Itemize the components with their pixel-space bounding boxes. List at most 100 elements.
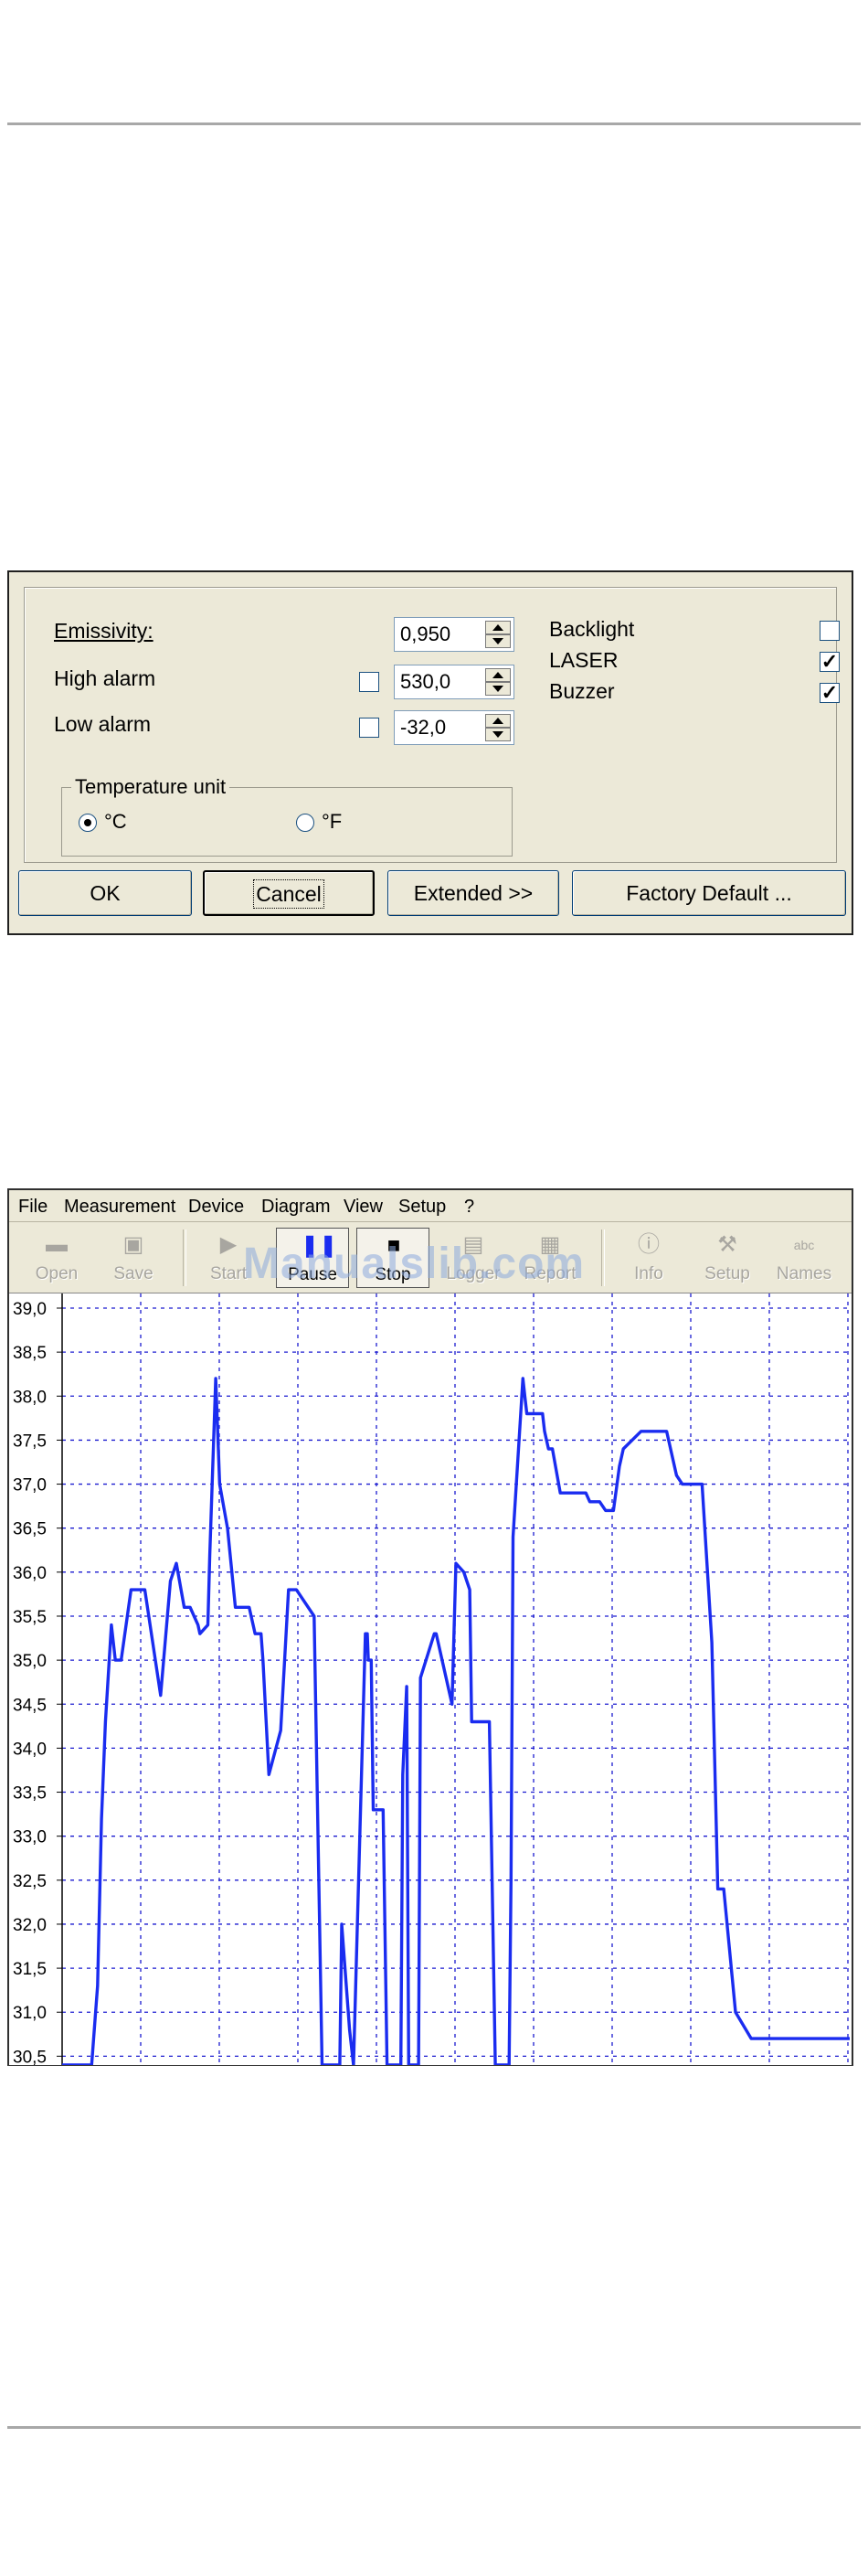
watermark-text: Manualslib.com [243, 1240, 586, 1288]
fahrenheit-radio[interactable] [296, 814, 314, 832]
series-line-0 [62, 1377, 850, 2065]
high-alarm-label: High alarm [54, 666, 156, 690]
y-tick-label: 32,0 [13, 1916, 47, 1935]
folder-icon: ▬ [46, 1232, 68, 1257]
backlight-label: Backlight [549, 617, 635, 641]
top-divider [7, 122, 861, 125]
low-alarm-value[interactable]: -32,0 [400, 716, 446, 740]
arrow-up-icon [492, 718, 503, 724]
emissivity-spinbox[interactable]: 0,950 [394, 617, 514, 652]
info-label: Info [634, 1264, 663, 1283]
y-tick-label: 32,5 [13, 1872, 47, 1891]
emissivity-down-button[interactable] [485, 634, 511, 648]
menu-diagram[interactable]: Diagram [261, 1196, 331, 1218]
y-tick-label: 38,5 [13, 1344, 47, 1363]
high-alarm-checkbox[interactable] [359, 672, 379, 692]
backlight-checkbox[interactable] [820, 621, 840, 641]
y-tick-label: 35,0 [13, 1652, 47, 1671]
y-tick-label: 33,0 [13, 1828, 47, 1847]
menu-file[interactable]: File [18, 1196, 48, 1218]
names-button[interactable]: abc Names [767, 1228, 841, 1288]
y-tick-label: 36,5 [13, 1520, 47, 1539]
temperature-unit-title: Temperature unit [71, 775, 230, 799]
cancel-button-label: Cancel [253, 879, 324, 909]
names-label: Names [776, 1264, 832, 1283]
toolbar-separator [601, 1229, 605, 1286]
y-tick-label: 34,0 [13, 1740, 47, 1759]
low-alarm-up-button[interactable] [485, 714, 511, 728]
play-icon: ▶ [219, 1232, 238, 1257]
high-alarm-up-button[interactable] [485, 668, 511, 682]
high-alarm-value[interactable]: 530,0 [400, 670, 450, 694]
arrow-up-icon [492, 624, 503, 631]
setup-button[interactable]: ⚒ Setup [691, 1228, 764, 1288]
emissivity-value[interactable]: 0,950 [400, 623, 450, 646]
setup-label: Setup [704, 1264, 750, 1283]
radio-selected-dot [84, 819, 91, 826]
menu-measurement[interactable]: Measurement [64, 1196, 175, 1218]
open-button[interactable]: ▬ Open [20, 1228, 93, 1288]
low-alarm-spinner [485, 714, 511, 741]
extended-button[interactable]: Extended >> [387, 870, 559, 916]
buzzer-checkbox[interactable]: ✓ [820, 683, 840, 703]
fahrenheit-label: °F [322, 810, 343, 833]
extended-button-label: Extended >> [413, 881, 534, 905]
arrow-down-icon [492, 638, 503, 644]
factory-default-button-label: Factory Default ... [626, 881, 792, 905]
ok-button-label: OK [90, 881, 121, 905]
temperature-chart: 39,0 38,5 38,0 37,5 37,0 36,5 36,0 35,5 35,0 34,5… [9, 1293, 852, 2065]
high-alarm-down-button[interactable] [485, 682, 511, 696]
cancel-button[interactable]: Cancel [203, 870, 375, 916]
laser-checkbox[interactable]: ✓ [820, 652, 840, 672]
y-tick-label: 31,0 [13, 2004, 47, 2023]
factory-default-button[interactable]: Factory Default ... [572, 870, 846, 916]
arrow-down-icon [492, 731, 503, 738]
emissivity-label: Emissivity: [54, 619, 153, 643]
celsius-radio[interactable] [79, 814, 97, 832]
y-tick-label: 36,0 [13, 1564, 47, 1583]
low-alarm-label: Low alarm [54, 712, 152, 736]
ok-button[interactable]: OK [18, 870, 192, 916]
toolbar: ▬ Open ▣ Save ▶ Start ❚❚ Pause ■ Stop ▤ Logger… [9, 1221, 852, 1293]
menu-setup[interactable]: Setup [398, 1196, 446, 1218]
y-tick-label: 37,0 [13, 1476, 47, 1496]
bottom-divider [7, 2426, 861, 2429]
save-label: Save [113, 1264, 153, 1283]
info-button[interactable]: ⓘ Info [612, 1228, 685, 1288]
disk-icon: ▣ [122, 1232, 144, 1257]
celsius-label: °C [104, 810, 127, 833]
low-alarm-spinbox[interactable]: -32,0 [394, 710, 514, 745]
menu-view[interactable]: View [344, 1196, 383, 1218]
laser-label: LASER [549, 648, 619, 672]
temperature-unit-group: Temperature unit °C °F [61, 775, 513, 857]
emissivity-up-button[interactable] [485, 621, 511, 634]
menu-bar: File Measurement Device Diagram View Set… [9, 1190, 852, 1221]
high-alarm-spinbox[interactable]: 530,0 [394, 665, 514, 699]
save-button[interactable]: ▣ Save [97, 1228, 170, 1288]
low-alarm-checkbox[interactable] [359, 718, 379, 738]
y-tick-label: 37,5 [13, 1432, 47, 1451]
y-tick-label: 33,5 [13, 1784, 47, 1804]
y-tick-label: 39,0 [13, 1300, 47, 1319]
y-tick-label: 31,5 [13, 1960, 47, 1979]
buzzer-label: Buzzer [549, 679, 615, 703]
menu-help[interactable]: ? [464, 1196, 474, 1218]
y-tick-label: 35,5 [13, 1608, 47, 1627]
y-tick-label: 38,0 [13, 1388, 47, 1407]
emissivity-spinner [485, 621, 511, 648]
arrow-down-icon [492, 686, 503, 692]
y-tick-label: 30,5 [13, 2048, 47, 2065]
tools-icon: ⚒ [717, 1232, 737, 1257]
high-alarm-spinner [485, 668, 511, 696]
toolbar-separator [183, 1229, 186, 1286]
measurement-app-window: File Measurement Device Diagram View Set… [7, 1188, 853, 2066]
low-alarm-down-button[interactable] [485, 728, 511, 741]
arrow-up-icon [492, 672, 503, 678]
names-icon: abc [793, 1238, 815, 1252]
info-icon: ⓘ [638, 1232, 660, 1257]
menu-device[interactable]: Device [188, 1196, 244, 1218]
temperature-line-chart: 39,0 38,5 38,0 37,5 37,0 36,5 36,0 35,5 35,0 34,5… [13, 1293, 850, 2065]
settings-dialog: Emissivity: 0,950 High alarm 530,0 Low a… [7, 570, 853, 935]
emissivity-label-accesskey: Emissivity: [54, 619, 153, 643]
settings-panel: Emissivity: 0,950 High alarm 530,0 Low a… [24, 587, 840, 863]
